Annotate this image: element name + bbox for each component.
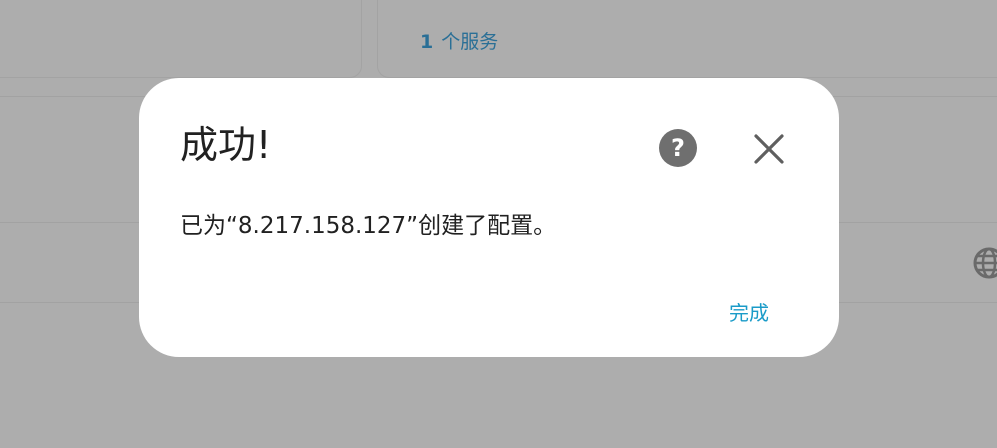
close-icon[interactable]	[749, 129, 789, 169]
services-label: 个服务	[441, 31, 499, 53]
services-link[interactable]: 1 个服务	[420, 27, 498, 54]
done-button[interactable]: 完成	[719, 296, 779, 326]
dialog-message: 已为“8.217.158.127”创建了配置。	[180, 213, 557, 239]
services-count: 1	[420, 31, 434, 53]
globe-icon	[973, 247, 997, 279]
divider	[0, 302, 140, 303]
background-card	[0, 0, 362, 78]
dialog-title: 成功!	[180, 123, 272, 167]
success-dialog: 成功! ? 已为“8.217.158.127”创建了配置。 完成	[139, 78, 839, 357]
page: 1 个服务 成功! ? 已为“8.217.158.127”创建了配置。 完成	[0, 0, 997, 448]
question-mark-glyph: ?	[671, 134, 685, 162]
help-icon[interactable]: ?	[659, 129, 697, 167]
divider	[838, 302, 997, 303]
